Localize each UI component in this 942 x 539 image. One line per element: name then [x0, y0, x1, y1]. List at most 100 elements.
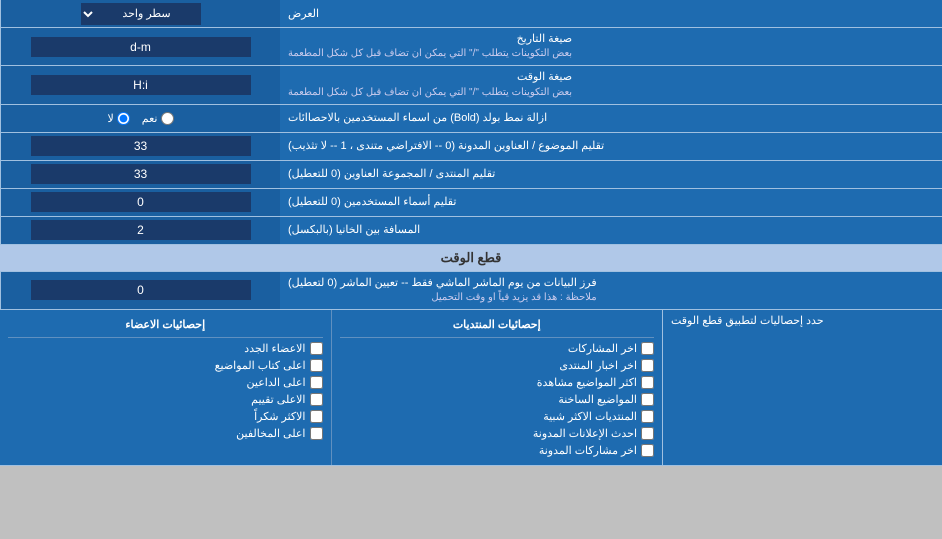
- check-col1-2[interactable]: [641, 359, 654, 372]
- date-format-input[interactable]: d-m: [31, 37, 251, 57]
- check-col1-7[interactable]: [641, 444, 654, 457]
- top-row: العرض سطر واحد: [0, 0, 942, 28]
- check-item-4: المواضيع الساخنة: [340, 393, 655, 406]
- cutoff-section-header: قطع الوقت: [0, 245, 942, 272]
- bold-label-text: ازالة نمط بولد (Bold) من اسماء المستخدمي…: [288, 111, 547, 126]
- check-col2-2[interactable]: [310, 359, 323, 372]
- cutoff-section-title: قطع الوقت: [441, 250, 502, 265]
- topics-label: تقليم الموضوع / العناوين المدونة (0 -- ا…: [280, 133, 942, 160]
- forum-input[interactable]: 33: [31, 164, 251, 184]
- users-input[interactable]: 0: [31, 192, 251, 212]
- cutoff-note: ملاحظة : هذا قد يزيد قياً او وقت التحميل: [288, 291, 597, 305]
- top-select-area: سطر واحد: [0, 0, 280, 27]
- check-item-1: اخر المشاركات: [340, 342, 655, 355]
- check-col2-item-2: اعلى كتاب المواضيع: [8, 359, 323, 372]
- cutoff-row: فرز البيانات من يوم الماشر الماشي فقط --…: [0, 272, 942, 310]
- check-col2-item-1: الاعضاء الجدد: [8, 342, 323, 355]
- check-col2-item-3: اعلى الداعين: [8, 376, 323, 389]
- check-item-5: المنتديات الاكثر شبية: [340, 410, 655, 423]
- cutoff-label-text: فرز البيانات من يوم الماشر الماشي فقط --…: [288, 276, 597, 291]
- users-label: تقليم أسماء المستخدمين (0 للتعطيل): [280, 189, 942, 216]
- time-format-input-area: H:i: [0, 66, 280, 103]
- stats-container: حدد إحصاليات لتطبيق قطع الوقت إحصائيات ا…: [0, 310, 942, 466]
- cutoff-input[interactable]: 0: [31, 280, 251, 300]
- top-select[interactable]: سطر واحد: [81, 3, 201, 25]
- forum-row: تقليم المنتدى / المجموعة العناوين (0 للت…: [0, 161, 942, 189]
- main-container: العرض سطر واحد صيغة التاريخ بعض التكوينا…: [0, 0, 942, 466]
- top-label-text: العرض: [288, 7, 319, 20]
- check-col1-4[interactable]: [641, 393, 654, 406]
- stats-apply-label-text: حدد إحصاليات لتطبيق قطع الوقت: [671, 314, 824, 327]
- distance-label: المسافة بين الخانيا (بالبكسل): [280, 217, 942, 244]
- check-col2-5-label: الاكثر شكراً: [254, 410, 305, 423]
- stats-col1-header-text: إحصائيات المنتديات: [453, 319, 541, 331]
- stats-col1: إحصائيات المنتديات اخر المشاركات اخر اخب…: [331, 310, 663, 465]
- check-col1-3[interactable]: [641, 376, 654, 389]
- topics-input[interactable]: 33: [31, 136, 251, 156]
- forum-label-text: تقليم المنتدى / المجموعة العناوين (0 للت…: [288, 167, 495, 182]
- topics-row: تقليم الموضوع / العناوين المدونة (0 -- ا…: [0, 133, 942, 161]
- forum-input-area: 33: [0, 161, 280, 188]
- distance-input-area: 2: [0, 217, 280, 244]
- topics-label-text: تقليم الموضوع / العناوين المدونة (0 -- ا…: [288, 139, 604, 154]
- date-format-label: صيغة التاريخ بعض التكوينات يتطلب "/" الت…: [280, 28, 942, 65]
- check-col1-1[interactable]: [641, 342, 654, 355]
- check-col2-6-label: اعلى المخالفين: [236, 427, 305, 440]
- date-format-row: صيغة التاريخ بعض التكوينات يتطلب "/" الت…: [0, 28, 942, 66]
- bold-label: ازالة نمط بولد (Bold) من اسماء المستخدمي…: [280, 105, 942, 132]
- stats-apply-label: حدد إحصاليات لتطبيق قطع الوقت: [662, 310, 942, 465]
- check-col2-3[interactable]: [310, 376, 323, 389]
- stats-col2-header-text: إحصائيات الاعضاء: [125, 319, 205, 331]
- time-format-note: بعض التكوينات يتطلب "/" التي يمكن ان تضا…: [288, 86, 572, 100]
- stats-col2: إحصائيات الاعضاء الاعضاء الجدد اعلى كتاب…: [0, 310, 331, 465]
- users-label-text: تقليم أسماء المستخدمين (0 للتعطيل): [288, 195, 456, 210]
- bold-yes-label[interactable]: نعم: [142, 112, 174, 125]
- check-col1-3-label: اكثر المواضيع مشاهدة: [537, 376, 637, 389]
- check-col1-4-label: المواضيع الساخنة: [558, 393, 637, 406]
- time-format-row: صيغة الوقت بعض التكوينات يتطلب "/" التي …: [0, 66, 942, 104]
- check-item-7: اخر مشاركات المدونة: [340, 444, 655, 457]
- time-format-input[interactable]: H:i: [31, 75, 251, 95]
- check-col1-6-label: احدث الإعلانات المدونة: [533, 427, 637, 440]
- time-format-label-text: صيغة الوقت: [288, 70, 572, 85]
- check-col2-5[interactable]: [310, 410, 323, 423]
- check-item-3: اكثر المواضيع مشاهدة: [340, 376, 655, 389]
- date-format-label-text: صيغة التاريخ: [288, 32, 572, 47]
- bold-no-label[interactable]: لا: [108, 112, 130, 125]
- distance-label-text: المسافة بين الخانيا (بالبكسل): [288, 223, 420, 238]
- users-row: تقليم أسماء المستخدمين (0 للتعطيل) 0: [0, 189, 942, 217]
- check-col1-6[interactable]: [641, 427, 654, 440]
- date-format-input-area: d-m: [0, 28, 280, 65]
- distance-input[interactable]: 2: [31, 220, 251, 240]
- check-col2-4-label: الاعلى تقييم: [251, 393, 305, 406]
- bold-yes-text: نعم: [142, 112, 158, 125]
- check-col2-1[interactable]: [310, 342, 323, 355]
- stats-col2-header: إحصائيات الاعضاء: [8, 314, 323, 338]
- check-col2-1-label: الاعضاء الجدد: [244, 342, 305, 355]
- check-col1-2-label: اخر اخبار المنتدى: [559, 359, 637, 372]
- check-col2-item-6: اعلى المخالفين: [8, 427, 323, 440]
- check-col2-3-label: اعلى الداعين: [247, 376, 306, 389]
- bold-yes-radio[interactable]: [161, 112, 174, 125]
- check-col1-7-label: اخر مشاركات المدونة: [539, 444, 637, 457]
- check-col2-4[interactable]: [310, 393, 323, 406]
- users-input-area: 0: [0, 189, 280, 216]
- bold-no-radio[interactable]: [117, 112, 130, 125]
- forum-label: تقليم المنتدى / المجموعة العناوين (0 للت…: [280, 161, 942, 188]
- topics-input-area: 33: [0, 133, 280, 160]
- check-item-2: اخر اخبار المنتدى: [340, 359, 655, 372]
- check-col2-6[interactable]: [310, 427, 323, 440]
- bold-row: ازالة نمط بولد (Bold) من اسماء المستخدمي…: [0, 105, 942, 133]
- check-col2-2-label: اعلى كتاب المواضيع: [215, 359, 306, 372]
- check-item-6: احدث الإعلانات المدونة: [340, 427, 655, 440]
- stats-col1-header: إحصائيات المنتديات: [340, 314, 655, 338]
- top-label: العرض: [280, 0, 942, 27]
- date-format-note: بعض التكوينات يتطلب "/" التي يمكن ان تضا…: [288, 47, 572, 61]
- check-col2-item-4: الاعلى تقييم: [8, 393, 323, 406]
- bold-radio-area: نعم لا: [0, 105, 280, 132]
- bold-no-text: لا: [108, 112, 114, 125]
- time-format-label: صيغة الوقت بعض التكوينات يتطلب "/" التي …: [280, 66, 942, 103]
- cutoff-input-area: 0: [0, 272, 280, 309]
- check-col2-item-5: الاكثر شكراً: [8, 410, 323, 423]
- check-col1-5[interactable]: [641, 410, 654, 423]
